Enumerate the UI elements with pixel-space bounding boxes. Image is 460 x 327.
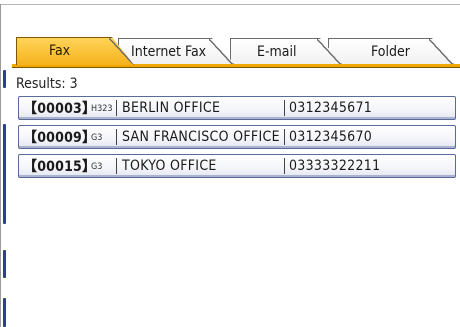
column-separator [116, 100, 117, 116]
side-marker [3, 70, 6, 88]
entry-category: G3 [91, 133, 103, 143]
destination-row-san-francisco[interactable]: 【00009】 G3 SAN FRANCISCO OFFICE 03123456… [18, 125, 456, 149]
column-separator [116, 158, 117, 174]
entry-number: 【00003】 [23, 101, 97, 117]
entry-name: TOKYO OFFICE [122, 158, 217, 174]
side-marker [3, 298, 6, 327]
top-frame-line [0, 4, 460, 5]
column-separator [284, 158, 285, 174]
entry-fax-number: 0312345671 [289, 100, 373, 116]
entry-category: H323 [91, 104, 113, 114]
entry-name: BERLIN OFFICE [122, 100, 221, 116]
column-separator [284, 129, 285, 145]
results-count: Results: 3 [16, 76, 78, 92]
entry-fax-number: 0312345670 [289, 129, 373, 145]
tab-email[interactable]: E-mail [230, 38, 342, 64]
entry-fax-number: 03333322211 [289, 158, 381, 174]
destination-list-screen: Folder E-mail Internet Fax Fax Results: … [0, 0, 460, 327]
destination-type-tabs: Folder E-mail Internet Fax Fax [16, 38, 460, 66]
tab-folder[interactable]: Folder [328, 38, 454, 64]
entry-number: 【00015】 [23, 159, 97, 175]
entry-category: G3 [91, 162, 103, 172]
destination-row-tokyo[interactable]: 【00015】 G3 TOKYO OFFICE 03333322211 [18, 154, 456, 178]
entry-name: SAN FRANCISCO OFFICE [122, 129, 280, 145]
destination-list: 【00003】 H323 BERLIN OFFICE 0312345671 【0… [18, 96, 456, 183]
tab-internet-fax[interactable]: Internet Fax [118, 38, 234, 64]
destination-row-berlin[interactable]: 【00003】 H323 BERLIN OFFICE 0312345671 [18, 96, 456, 120]
left-frame-line [0, 4, 1, 327]
side-marker [3, 124, 6, 224]
side-marker [3, 250, 6, 278]
column-separator [284, 100, 285, 116]
entry-number: 【00009】 [23, 130, 97, 146]
tab-fax[interactable]: Fax [16, 37, 134, 65]
column-separator [116, 129, 117, 145]
